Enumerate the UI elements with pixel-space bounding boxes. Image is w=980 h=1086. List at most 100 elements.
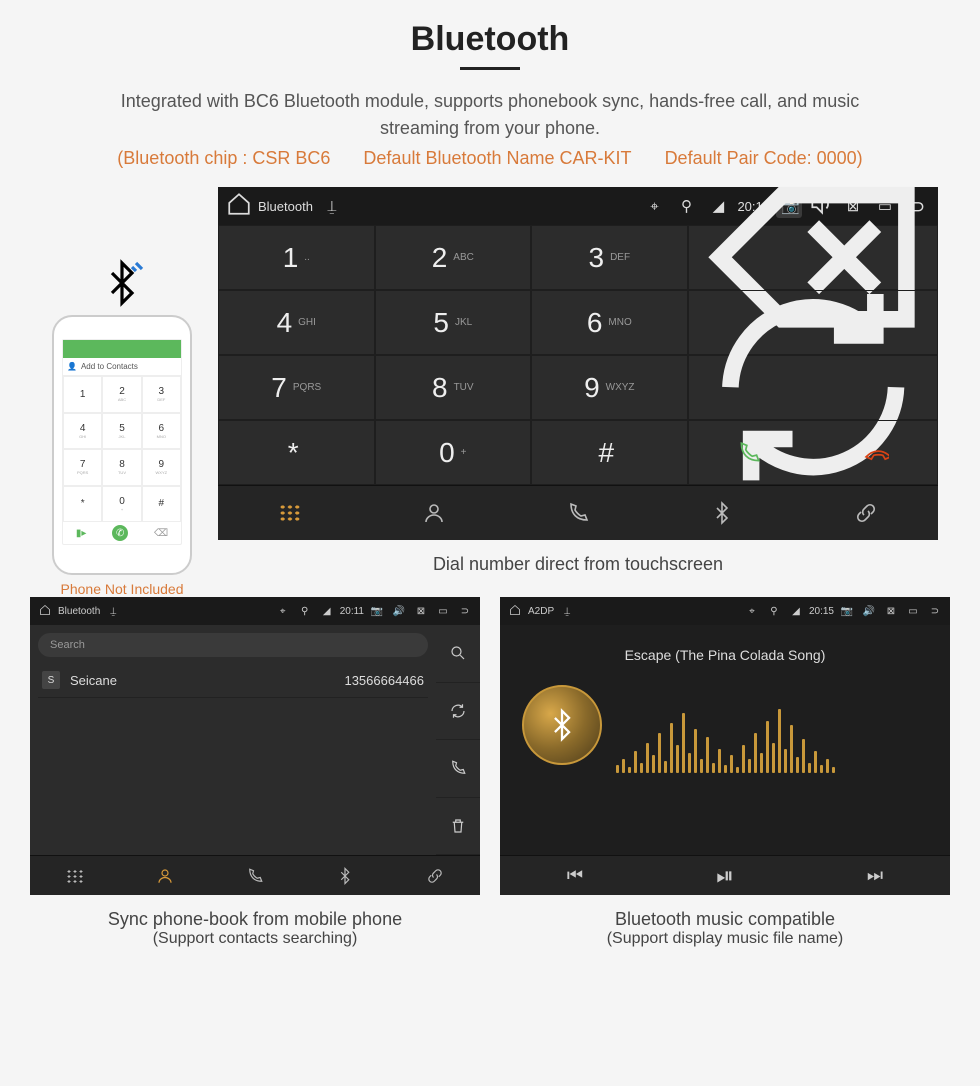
topbar-title: Bluetooth — [258, 199, 313, 214]
head-unit-music: A2DP ⍊ ⌖ ⚲ ◢ 20:15 📷 🔊 ⊠ ▭ ⊃ — [500, 597, 950, 895]
play-pause-button[interactable]: ⏯ — [650, 856, 800, 895]
recents-icon[interactable]: ▭ — [904, 606, 922, 617]
phone-key-6: 6MNO — [142, 413, 181, 450]
nav-contacts-button[interactable] — [120, 856, 210, 895]
phonebook-column: Bluetooth ⍊ ⌖ ⚲ ◢ 20:11 📷 🔊 ⊠ ▭ ⊃ Search — [30, 597, 480, 970]
phone-key-9: 9WXYZ — [142, 449, 181, 486]
nav-bluetooth-button[interactable] — [650, 486, 794, 540]
music-caption: Bluetooth music compatible (Support disp… — [500, 909, 950, 948]
bt-status-icon: ⌖ — [743, 606, 761, 617]
dialer-bottom-nav — [218, 485, 938, 540]
phone-add-contacts: Add to Contacts — [63, 358, 181, 376]
camera-icon[interactable]: 📷 — [838, 606, 856, 617]
phone-key-0: 0+ — [102, 486, 141, 523]
back-icon[interactable]: ⊃ — [456, 606, 474, 617]
nav-calls-button[interactable] — [506, 486, 650, 540]
wifi-icon: ◢ — [787, 606, 805, 617]
volume-icon[interactable]: 🔊 — [390, 606, 408, 617]
contact-row[interactable]: S Seicane 13566664466 — [38, 663, 428, 698]
nav-pair-button[interactable] — [390, 856, 480, 895]
nav-contacts-button[interactable] — [362, 486, 506, 540]
bt-status-icon: ⌖ — [641, 198, 667, 215]
key-7[interactable]: 7PQRS — [218, 355, 375, 420]
location-icon: ⚲ — [296, 606, 314, 617]
phone-back-icon: ⌫ — [154, 528, 168, 539]
key-4[interactable]: 4GHI — [218, 290, 375, 355]
phone-video-icon: ▮▸ — [76, 528, 87, 539]
location-icon: ⚲ — [765, 606, 783, 617]
call-button[interactable] — [689, 440, 810, 466]
nav-bluetooth-button[interactable] — [300, 856, 390, 895]
nav-calls-button[interactable] — [210, 856, 300, 895]
bluetooth-logo-icon — [98, 259, 146, 307]
phone-key-5: 5JKL — [102, 413, 141, 450]
head-unit-dialer: Bluetooth ⍊ ⌖ ⚲ ◢ 20:12 📷 ⊠ ▭ ⊃ 1..2ABC3… — [218, 187, 938, 540]
key-6[interactable]: 6MNO — [531, 290, 688, 355]
key-3[interactable]: 3DEF — [531, 225, 688, 290]
key-0[interactable]: 0+ — [375, 420, 532, 485]
phone-key-2: 2ABC — [102, 376, 141, 413]
phonebook-caption: Sync phone-book from mobile phone (Suppo… — [30, 909, 480, 948]
usb-icon: ⍊ — [319, 198, 345, 215]
hangup-button[interactable] — [816, 440, 937, 466]
home-icon[interactable] — [226, 191, 252, 221]
phone-statusbar — [63, 340, 181, 358]
music-topbar: A2DP ⍊ ⌖ ⚲ ◢ 20:15 📷 🔊 ⊠ ▭ ⊃ — [500, 597, 950, 625]
usb-icon: ⍊ — [104, 606, 122, 617]
phone-key-#: # — [142, 486, 181, 523]
key-*[interactable]: * — [218, 420, 375, 485]
home-icon[interactable] — [36, 604, 54, 619]
key-2[interactable]: 2ABC — [375, 225, 532, 290]
music-time: 20:15 — [809, 606, 834, 617]
spec-name: Default Bluetooth Name CAR-KIT — [363, 148, 631, 168]
wifi-icon: ◢ — [318, 606, 336, 617]
side-sync-button[interactable] — [436, 683, 480, 741]
back-icon[interactable]: ⊃ — [926, 606, 944, 617]
key-1[interactable]: 1.. — [218, 225, 375, 290]
recents-icon[interactable]: ▭ — [434, 606, 452, 617]
key-#[interactable]: # — [531, 420, 688, 485]
volume-icon[interactable]: 🔊 — [860, 606, 878, 617]
usb-icon: ⍊ — [558, 606, 576, 617]
head-unit-phonebook: Bluetooth ⍊ ⌖ ⚲ ◢ 20:11 📷 🔊 ⊠ ▭ ⊃ Search — [30, 597, 480, 895]
phone-call-icon: ✆ — [112, 525, 128, 541]
key-8[interactable]: 8TUV — [375, 355, 532, 420]
main-dialer-column: Bluetooth ⍊ ⌖ ⚲ ◢ 20:12 📷 ⊠ ▭ ⊃ 1..2ABC3… — [218, 187, 938, 597]
sync-button[interactable] — [688, 355, 938, 420]
phone-key-*: * — [63, 486, 102, 523]
nav-pair-button[interactable] — [794, 486, 938, 540]
close-x-icon[interactable]: ⊠ — [882, 606, 900, 617]
pb-title: Bluetooth — [58, 606, 100, 617]
phone-key-3: 3DEF — [142, 376, 181, 413]
key-5[interactable]: 5JKL — [375, 290, 532, 355]
pb-topbar: Bluetooth ⍊ ⌖ ⚲ ◢ 20:11 📷 🔊 ⊠ ▭ ⊃ — [30, 597, 480, 625]
home-icon[interactable] — [506, 604, 524, 619]
camera-icon[interactable]: 📷 — [368, 606, 386, 617]
close-x-icon[interactable]: ⊠ — [412, 606, 430, 617]
nav-keypad-button[interactable] — [218, 486, 362, 540]
prev-track-button[interactable]: ⏮ — [500, 856, 650, 895]
music-column: A2DP ⍊ ⌖ ⚲ ◢ 20:15 📷 🔊 ⊠ ▭ ⊃ — [500, 597, 950, 970]
visualizer — [616, 693, 835, 773]
phone-key-1: 1 — [63, 376, 102, 413]
search-input[interactable]: Search — [38, 633, 428, 657]
phone-mockup: Add to Contacts 12ABC3DEF 4GHI5JKL6MNO 7PQ… — [52, 315, 192, 575]
music-title: A2DP — [528, 606, 554, 617]
phone-column: Add to Contacts 12ABC3DEF 4GHI5JKL6MNO 7PQ… — [42, 259, 202, 597]
side-call-button[interactable] — [436, 740, 480, 798]
contact-badge: S — [42, 671, 60, 689]
bt-status-icon: ⌖ — [274, 606, 292, 617]
phone-key-4: 4GHI — [63, 413, 102, 450]
dialer-caption: Dial number direct from touchscreen — [218, 554, 938, 575]
side-search-button[interactable] — [436, 625, 480, 683]
key-9[interactable]: 9WXYZ — [531, 355, 688, 420]
phone-key-8: 8TUV — [102, 449, 141, 486]
next-track-button[interactable]: ⏭ — [800, 856, 950, 895]
pb-time: 20:11 — [340, 606, 364, 617]
nav-keypad-button[interactable] — [30, 856, 120, 895]
phone-key-7: 7PQRS — [63, 449, 102, 486]
title-underline — [460, 67, 520, 70]
side-delete-button[interactable] — [436, 798, 480, 856]
phone-not-included-label: Phone Not Included — [42, 581, 202, 597]
song-title: Escape (The Pina Colada Song) — [625, 647, 826, 663]
